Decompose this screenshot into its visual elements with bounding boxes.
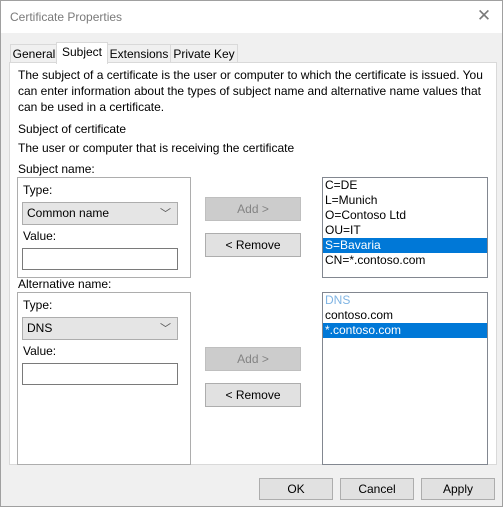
alt-type-value: DNS — [27, 321, 53, 335]
subject-type-label: Type: — [23, 183, 53, 197]
subject-subheading: The user or computer that is receiving t… — [18, 141, 295, 155]
alt-type-select[interactable]: DNS ﹀ — [22, 317, 178, 340]
list-item-selected[interactable]: *.contoso.com — [323, 323, 487, 338]
alternative-name-label: Alternative name: — [18, 277, 112, 291]
list-item[interactable]: OU=IT — [323, 223, 487, 238]
description-line-3: can be used in a certificate. — [18, 100, 165, 114]
close-icon[interactable]: ✕ — [476, 7, 492, 24]
list-item[interactable]: CN=*.contoso.com — [323, 253, 487, 268]
subject-tab-panel: The subject of a certificate is the user… — [9, 62, 497, 465]
alt-remove-button[interactable]: < Remove — [205, 383, 301, 407]
list-item[interactable]: C=DE — [323, 178, 487, 193]
subject-remove-button[interactable]: < Remove — [205, 233, 301, 257]
cancel-button[interactable]: Cancel — [340, 478, 414, 500]
subject-value-input[interactable] — [22, 248, 178, 270]
subject-value-label: Value: — [23, 229, 57, 243]
subject-add-button[interactable]: Add > — [205, 197, 301, 221]
window-title: Certificate Properties — [10, 10, 123, 24]
chevron-down-icon: ﹀ — [160, 208, 171, 220]
description-line-1: The subject of a certificate is the user… — [18, 68, 483, 82]
subject-name-list[interactable]: C=DE L=Munich O=Contoso Ltd OU=IT S=Bava… — [322, 177, 488, 278]
list-group-header: DNS — [325, 293, 351, 307]
apply-button[interactable]: Apply — [421, 478, 495, 500]
subject-name-label: Subject name: — [18, 162, 95, 176]
alt-add-button[interactable]: Add > — [205, 347, 301, 371]
list-item[interactable]: contoso.com — [323, 308, 487, 323]
tab-general[interactable]: General — [10, 44, 58, 63]
tab-private-key[interactable]: Private Key — [170, 44, 238, 63]
tab-extensions[interactable]: Extensions — [106, 44, 172, 63]
list-item[interactable]: L=Munich — [323, 193, 487, 208]
subject-type-select[interactable]: Common name ﹀ — [22, 202, 178, 225]
list-item[interactable]: O=Contoso Ltd — [323, 208, 487, 223]
alt-value-input[interactable] — [22, 363, 178, 385]
alternative-name-list[interactable]: DNS contoso.com *.contoso.com — [322, 292, 488, 465]
subject-type-value: Common name — [27, 206, 110, 220]
subject-name-group: Type: Common name ﹀ Value: — [17, 177, 191, 278]
certificate-properties-dialog: Certificate Properties ✕ General Subject… — [0, 0, 503, 507]
ok-button[interactable]: OK — [259, 478, 333, 500]
alt-value-label: Value: — [23, 344, 57, 358]
alt-type-label: Type: — [23, 298, 53, 312]
alternative-name-group: Type: DNS ﹀ Value: — [17, 292, 191, 465]
description-line-2: can enter information about the types of… — [18, 84, 481, 98]
title-bar: Certificate Properties ✕ — [1, 1, 502, 33]
subject-heading: Subject of certificate — [18, 122, 127, 136]
list-item-selected[interactable]: S=Bavaria — [323, 238, 487, 253]
chevron-down-icon: ﹀ — [160, 323, 171, 335]
tab-subject[interactable]: Subject — [56, 42, 108, 64]
